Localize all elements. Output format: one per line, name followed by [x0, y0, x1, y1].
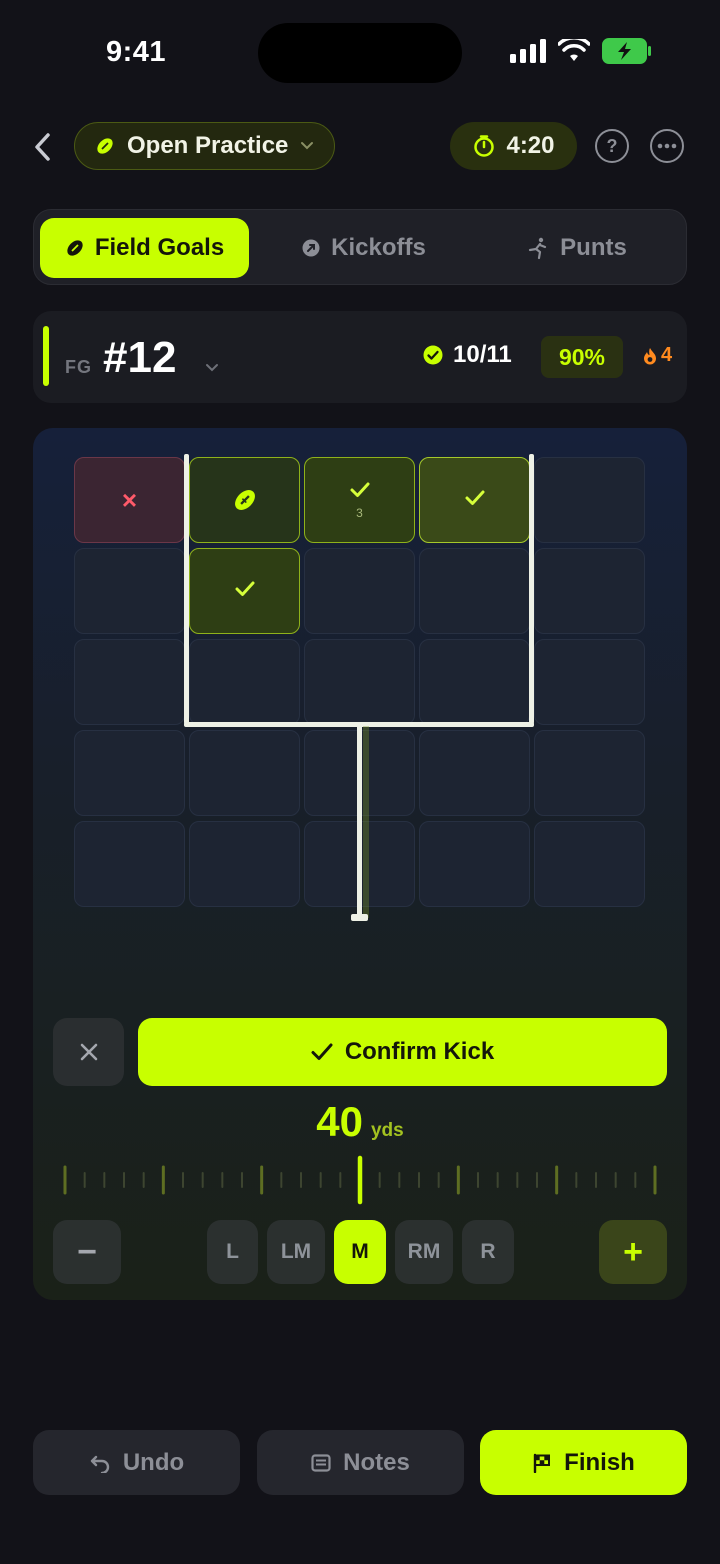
direction-right-middle-button[interactable]: RM [395, 1220, 453, 1284]
direction-left-button[interactable]: L [207, 1220, 258, 1284]
post-foot [351, 914, 368, 921]
left-upright [184, 454, 189, 724]
miss-icon: × [121, 484, 138, 515]
post-shadow [363, 726, 369, 918]
notes-label: Notes [343, 1448, 410, 1476]
battery-icon [602, 38, 651, 64]
grid-cell[interactable] [74, 639, 185, 725]
tab-punts-label: Punts [560, 234, 627, 261]
check-icon [349, 481, 371, 504]
grid-cell[interactable] [189, 457, 300, 543]
grid-cell[interactable] [419, 457, 530, 543]
decrease-distance-button[interactable]: − [53, 1220, 121, 1284]
grid-cell[interactable] [534, 639, 645, 725]
grid-cell[interactable] [189, 821, 300, 907]
kick-type-label: FG [65, 357, 92, 377]
grid-cell[interactable] [74, 548, 185, 634]
checkmark-icon [311, 1043, 333, 1060]
confirm-kick-label: Confirm Kick [344, 1038, 495, 1065]
close-icon [80, 1043, 97, 1061]
status-time: 9:41 [106, 36, 167, 68]
grid-cell[interactable] [74, 730, 185, 816]
grid-cell[interactable] [534, 821, 645, 907]
check-circle-icon [423, 345, 443, 365]
grid-cell[interactable] [534, 548, 645, 634]
grid-cell[interactable] [419, 548, 530, 634]
practice-mode-label: Open Practice [127, 132, 289, 159]
timer-value: 4:20 [506, 132, 555, 159]
kick-type-tabs: Field Goals Kickoffs Punts [33, 209, 687, 285]
check-icon [464, 489, 486, 512]
kick-info-card: FG #12 10/11 90% 4 [33, 311, 687, 403]
status-icons [510, 38, 652, 64]
grid-cell[interactable] [419, 730, 530, 816]
distance-unit: yds [370, 1120, 404, 1141]
made-count: 10/11 [423, 341, 512, 369]
chevron-down-icon[interactable] [205, 363, 219, 373]
grid-cell[interactable] [304, 548, 415, 634]
tab-kickoffs[interactable]: Kickoffs [259, 218, 468, 278]
right-upright [529, 454, 534, 724]
distance-value: 40 [316, 1098, 363, 1145]
streak-value: 4 [661, 344, 673, 366]
kick-number[interactable]: #12 [103, 333, 176, 383]
finish-label: Finish [564, 1448, 635, 1476]
session-timer[interactable]: 4:20 [450, 122, 577, 170]
hit-count: 3 [356, 505, 363, 520]
distance-slider[interactable] [60, 1155, 660, 1205]
signal-icon [510, 39, 546, 63]
grid-cell[interactable] [534, 457, 645, 543]
wifi-icon [558, 39, 590, 61]
check-icon [234, 580, 256, 603]
grid-cell[interactable] [534, 730, 645, 816]
grid-cell[interactable] [189, 548, 300, 634]
undo-icon [90, 1455, 110, 1473]
notes-button[interactable]: Notes [257, 1430, 464, 1495]
direction-middle-button[interactable]: M [334, 1220, 386, 1284]
back-chevron-icon[interactable] [30, 130, 56, 164]
chevron-down-icon [301, 142, 314, 150]
practice-mode-dropdown[interactable]: Open Practice [74, 122, 335, 170]
kickoff-icon [302, 239, 320, 257]
flag-icon [533, 1453, 551, 1473]
distance-readout: 40 yds [0, 1098, 720, 1146]
tab-field-goals-label: Field Goals [94, 234, 225, 261]
tab-field-goals[interactable]: Field Goals [40, 218, 249, 278]
football-icon [234, 490, 255, 510]
undo-button[interactable]: Undo [33, 1430, 240, 1495]
streak-indicator: 4 [643, 344, 672, 367]
direction-left-middle-button[interactable]: LM [267, 1220, 325, 1284]
question-circle-icon: ? [606, 135, 618, 156]
grid-cell[interactable] [304, 639, 415, 725]
made-count-value: 10/11 [453, 341, 512, 368]
stopwatch-icon [474, 135, 495, 157]
punt-icon [529, 237, 547, 260]
grid-cell[interactable] [74, 821, 185, 907]
tab-punts[interactable]: Punts [472, 218, 681, 278]
grid-cell[interactable] [419, 639, 530, 725]
dynamic-island [258, 23, 462, 83]
help-button[interactable]: ? [595, 129, 629, 163]
undo-label: Undo [122, 1448, 185, 1476]
ellipsis-circle-icon [657, 143, 677, 149]
accent-bar [43, 326, 49, 386]
cancel-kick-button[interactable] [53, 1018, 124, 1086]
grid-cell[interactable]: 3 [304, 457, 415, 543]
increase-distance-button[interactable]: + [599, 1220, 667, 1284]
goal-post-base [357, 724, 362, 916]
direction-right-button[interactable]: R [462, 1220, 514, 1284]
accuracy-badge: 90% [541, 336, 623, 378]
finish-button[interactable]: Finish [480, 1430, 687, 1495]
football-icon [67, 240, 83, 256]
grid-cell[interactable] [419, 821, 530, 907]
grid-cell[interactable] [189, 639, 300, 725]
grid-cell[interactable]: × [74, 457, 185, 543]
grid-cell[interactable] [189, 730, 300, 816]
more-options-button[interactable] [650, 129, 684, 163]
confirm-kick-button[interactable]: Confirm Kick [138, 1018, 667, 1086]
football-icon [97, 138, 113, 154]
flame-icon [644, 347, 656, 364]
notes-icon [311, 1453, 331, 1472]
tab-kickoffs-label: Kickoffs [331, 234, 426, 261]
